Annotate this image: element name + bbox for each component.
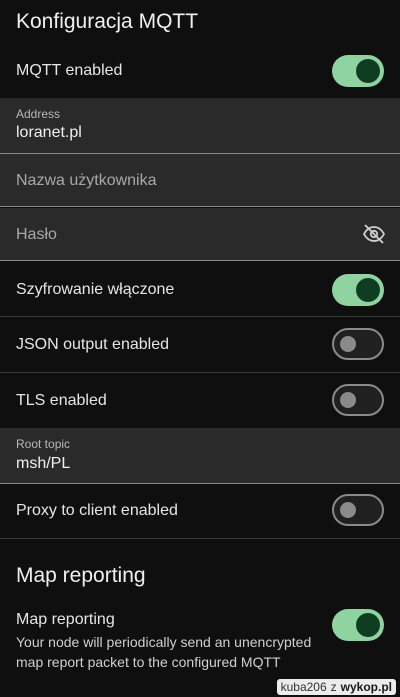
divider (0, 538, 400, 539)
json-output-row[interactable]: JSON output enabled (0, 317, 400, 372)
section-title-map-reporting: Map reporting (16, 564, 146, 587)
watermark-user: kuba206 (280, 680, 327, 694)
mqtt-enabled-label: MQTT enabled (16, 62, 123, 79)
encryption-switch[interactable] (332, 274, 384, 306)
root-topic-label: Root topic (16, 437, 71, 451)
section-title-mqtt: Konfiguracja MQTT (16, 10, 199, 33)
root-topic-field[interactable]: Root topic msh/PL (0, 428, 400, 484)
proxy-label: Proxy to client enabled (16, 502, 178, 519)
map-reporting-label: Map reporting (16, 611, 115, 628)
proxy-row[interactable]: Proxy to client enabled (0, 484, 400, 538)
eye-off-icon[interactable] (362, 222, 386, 246)
username-field[interactable]: Nazwa użytkownika (0, 154, 400, 207)
password-field[interactable]: Hasło (0, 208, 400, 261)
map-reporting-description: Your node will periodically send an unen… (16, 634, 312, 670)
json-output-label: JSON output enabled (16, 336, 169, 353)
address-field[interactable]: Address loranet.pl (0, 98, 400, 154)
proxy-switch[interactable] (332, 494, 384, 526)
address-field-value[interactable]: loranet.pl (16, 124, 82, 142)
watermark-separator: z (330, 680, 337, 694)
map-reporting-switch[interactable] (332, 609, 384, 641)
username-placeholder[interactable]: Nazwa użytkownika (16, 172, 157, 190)
password-placeholder[interactable]: Hasło (16, 226, 57, 244)
tls-switch[interactable] (332, 384, 384, 416)
json-output-switch[interactable] (332, 328, 384, 360)
tls-label: TLS enabled (16, 392, 107, 409)
root-topic-value[interactable]: msh/PL (16, 455, 70, 473)
watermark: kuba206 z wykop.pl (276, 679, 396, 695)
mqtt-enabled-switch[interactable] (332, 55, 384, 87)
encryption-label: Szyfrowanie włączone (16, 281, 175, 298)
wykop-logo: wykop.pl (340, 680, 392, 694)
mqtt-enabled-row[interactable]: MQTT enabled (0, 44, 400, 98)
encryption-row[interactable]: Szyfrowanie włączone (0, 262, 400, 316)
address-field-label: Address (16, 107, 61, 121)
tls-row[interactable]: TLS enabled (0, 373, 400, 428)
